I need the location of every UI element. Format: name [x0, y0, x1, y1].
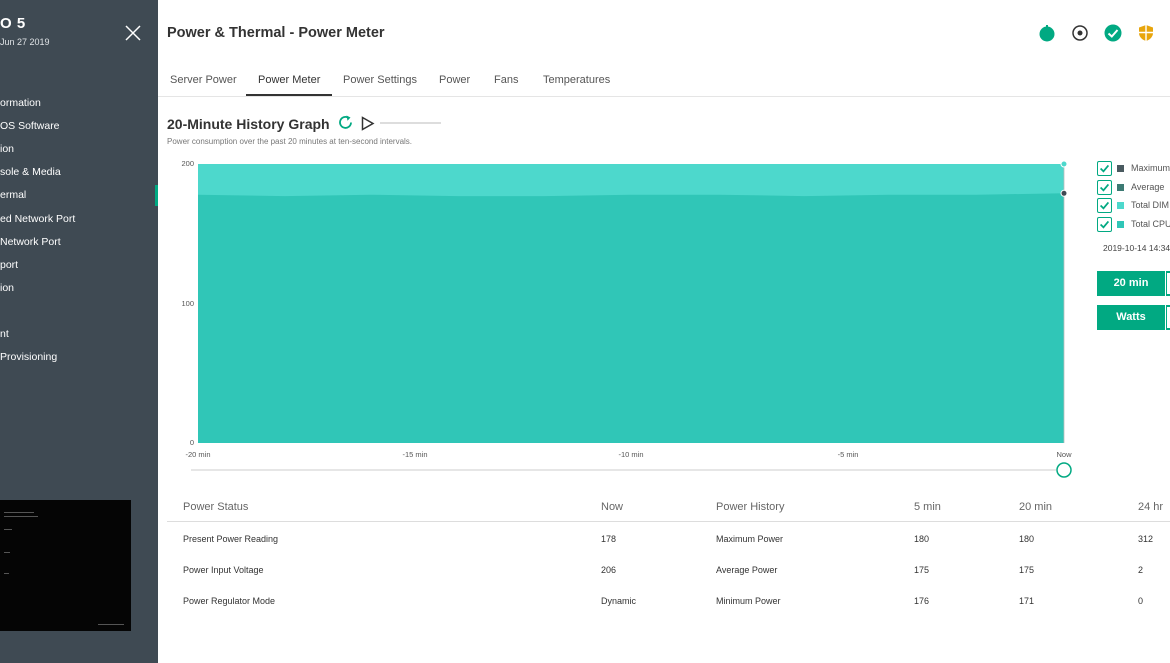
table-header: Power History — [716, 501, 785, 513]
sidebar-item-os-software[interactable]: OS Software — [0, 115, 158, 138]
series-maximum-marker — [1060, 160, 1068, 168]
sidebar-item-support[interactable]: port — [0, 254, 158, 277]
sidebar: O 5 Jun 27 2019 ormation OS Software ion… — [0, 0, 158, 663]
table-cell: Present Power Reading — [183, 534, 279, 544]
legend-label: Total DIM — [1131, 200, 1170, 210]
table-cell: 178 — [601, 534, 617, 544]
legend-swatch — [1117, 184, 1124, 191]
table-cell: 312 — [1138, 534, 1154, 544]
sidebar-nav: ormation OS Software ion sole & Media er… — [0, 69, 158, 369]
tab-power-meter[interactable]: Power Meter — [246, 74, 333, 96]
table-cell: 175 — [1019, 565, 1035, 575]
table-cell: 2 — [1138, 565, 1144, 575]
series-average-area — [198, 193, 1064, 443]
table-cell: 176 — [914, 596, 930, 606]
legend-label: Total CPU — [1131, 219, 1170, 229]
legend-item-total-dimm: Total DIM — [1097, 198, 1170, 214]
tab-power-settings[interactable]: Power Settings — [331, 74, 429, 96]
table-cell: Dynamic — [601, 596, 637, 606]
table-cell: Average Power — [716, 565, 778, 575]
table-header: Power Status — [183, 501, 249, 513]
table-cell: 206 — [601, 565, 617, 575]
console-thumbnail[interactable] — [0, 500, 131, 631]
sidebar-item-console-media[interactable]: sole & Media — [0, 161, 158, 184]
checkbox-checked-icon[interactable] — [1097, 180, 1112, 195]
units-button-edge[interactable] — [1166, 305, 1170, 330]
table-cell: Minimum Power — [716, 596, 781, 606]
sidebar-item-shared-network-port[interactable]: ed Network Port — [0, 208, 158, 231]
table-cell: 171 — [1019, 596, 1035, 606]
sidebar-item-management[interactable]: nt — [0, 323, 158, 346]
power-history-chart: 200 100 0 -20 min -15 min -10 min -5 min… — [176, 154, 1076, 484]
legend-item-maximum: Maximum — [1097, 161, 1170, 177]
section-title: 20-Minute History Graph — [167, 116, 330, 132]
sidebar-item-power-thermal[interactable]: ermal — [0, 184, 158, 207]
units-button[interactable]: Watts — [1097, 305, 1165, 330]
table-cell: Power Input Voltage — [183, 565, 264, 575]
checkbox-checked-icon[interactable] — [1097, 161, 1112, 176]
tab-temperatures[interactable]: Temperatures — [531, 74, 622, 96]
series-average-marker — [1060, 189, 1068, 197]
table-header: 20 min — [1019, 501, 1053, 513]
tab-server-power[interactable]: Server Power — [158, 74, 249, 96]
tab-bar: Server Power Power Meter Power Settings … — [158, 64, 1170, 97]
table-header-divider — [167, 521, 1170, 522]
x-tick-label: Now — [1056, 450, 1072, 459]
legend-timestamp: 2019-10-14 14:34 — [1103, 243, 1170, 253]
sidebar-item-information[interactable]: ormation — [0, 92, 158, 115]
sidebar-item-provisioning[interactable]: Provisioning — [0, 346, 158, 369]
check-circle-icon[interactable] — [1104, 24, 1122, 42]
refresh-icon[interactable] — [337, 114, 354, 131]
section-description: Power consumption over the past 20 minut… — [167, 137, 413, 146]
checkbox-checked-icon[interactable] — [1097, 217, 1112, 232]
sidebar-item[interactable]: ion — [0, 277, 158, 300]
play-icon[interactable] — [360, 116, 375, 131]
x-tick-label: -5 min — [837, 450, 859, 459]
shield-icon[interactable] — [1137, 24, 1155, 42]
x-tick-label: -15 min — [402, 450, 428, 459]
legend-swatch — [1117, 165, 1124, 172]
time-range-button[interactable]: 20 min — [1097, 271, 1165, 296]
legend-item-average: Average — [1097, 180, 1170, 196]
sidebar-item-network-port[interactable]: Network Port — [0, 231, 158, 254]
table-header: 24 hr — [1138, 501, 1164, 513]
x-tick-label: -10 min — [618, 450, 644, 459]
legend-swatch — [1117, 221, 1124, 228]
sidebar-item[interactable] — [0, 300, 158, 323]
time-range-button-edge[interactable] — [1166, 271, 1170, 296]
time-scrubber-handle[interactable] — [1056, 462, 1072, 478]
page-title: Power & Thermal - Power Meter — [167, 25, 385, 41]
legend-item-total-cpu: Total CPU — [1097, 217, 1170, 233]
sidebar-item[interactable] — [0, 69, 158, 92]
table-cell: Maximum Power — [716, 534, 784, 544]
table-cell: 0 — [1138, 596, 1144, 606]
playback-track[interactable] — [380, 122, 441, 124]
power-icon[interactable] — [1038, 24, 1056, 42]
tab-fans[interactable]: Fans — [482, 74, 530, 96]
sidebar-title: O 5 — [0, 15, 26, 32]
legend-swatch — [1117, 202, 1124, 209]
close-icon[interactable] — [124, 24, 142, 42]
chart-plot — [191, 160, 1072, 478]
table-cell: 180 — [1019, 534, 1035, 544]
sidebar-subtitle: Jun 27 2019 — [0, 37, 50, 47]
table-cell: 180 — [914, 534, 930, 544]
sidebar-item[interactable]: ion — [0, 138, 158, 161]
table-cell: Power Regulator Mode — [183, 596, 276, 606]
x-tick-label: -20 min — [185, 450, 211, 459]
tab-power[interactable]: Power — [427, 74, 482, 96]
legend-label: Maximum — [1131, 163, 1170, 173]
table-cell: 175 — [914, 565, 930, 575]
checkbox-checked-icon[interactable] — [1097, 198, 1112, 213]
table-header: Now — [601, 501, 624, 513]
legend-label: Average — [1131, 182, 1165, 192]
table-header: 5 min — [914, 501, 941, 513]
target-icon[interactable] — [1071, 24, 1089, 42]
